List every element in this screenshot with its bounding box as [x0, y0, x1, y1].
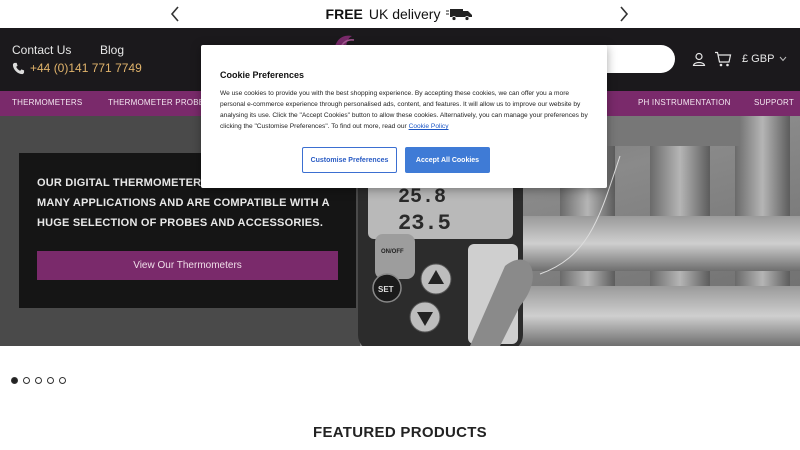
on-off-key-label: ON/OFF — [381, 249, 404, 255]
account-button[interactable] — [692, 52, 706, 71]
truck-icon — [446, 9, 473, 21]
blog-link[interactable]: Blog — [100, 43, 124, 57]
chevron-right-icon — [620, 6, 629, 22]
user-icon — [692, 52, 706, 67]
featured-products-heading: FEATURED PRODUCTS — [313, 424, 487, 441]
carousel-dot[interactable] — [59, 377, 66, 384]
carousel-dot[interactable] — [35, 377, 42, 384]
nav-item-thermometers[interactable]: THERMOMETERS — [12, 98, 82, 107]
cart-button[interactable] — [714, 51, 732, 72]
set-key-label: SET — [378, 285, 394, 294]
chevron-down-icon — [780, 56, 787, 62]
phone-link[interactable]: +44 (0)141 771 7749 — [12, 61, 142, 75]
phone-icon — [12, 62, 25, 74]
carousel-dot[interactable] — [47, 377, 54, 384]
promo-bar: FREE UK delivery — [0, 0, 800, 28]
promo-message: FREE UK delivery — [326, 6, 475, 22]
carousel-dots — [11, 377, 66, 384]
phone-number: +44 (0)141 771 7749 — [30, 61, 142, 75]
accept-all-cookies-button[interactable]: Accept All Cookies — [405, 147, 490, 173]
contact-link[interactable]: Contact Us — [12, 43, 71, 57]
view-thermometers-button[interactable]: View Our Thermometers — [37, 251, 338, 280]
currency-selector[interactable]: £ GBP — [742, 53, 787, 65]
nav-item-thermometer-probe[interactable]: THERMOMETER PROBE — [108, 98, 204, 107]
display-reading-bottom: 23.5 — [398, 211, 451, 236]
display-reading-top: 25.8 — [398, 186, 446, 209]
promo-text: UK delivery — [368, 6, 441, 22]
cookie-dialog-body: We use cookies to provide you with the b… — [220, 88, 592, 132]
page: FREE UK delivery Contact Us Blog +44 (0)… — [0, 0, 800, 450]
nav-item-ph-instrumentation[interactable]: PH INSTRUMENTATION — [638, 98, 731, 107]
cookie-dialog-text: We use cookies to provide you with the b… — [220, 90, 588, 130]
currency-value: £ GBP — [742, 53, 775, 65]
chevron-left-icon — [170, 6, 179, 22]
cookie-policy-link[interactable]: Cookie Policy — [409, 123, 449, 130]
carousel-dot[interactable] — [11, 377, 18, 384]
customise-preferences-button[interactable]: Customise Preferences — [302, 147, 397, 173]
search-input[interactable] — [600, 45, 675, 73]
cart-icon — [715, 51, 732, 67]
cookie-dialog-title: Cookie Preferences — [220, 70, 305, 80]
carousel-dot[interactable] — [23, 377, 30, 384]
cookie-preferences-dialog: Cookie Preferences We use cookies to pro… — [201, 45, 607, 188]
nav-item-support[interactable]: SUPPORT — [754, 98, 794, 107]
promo-bold: FREE — [325, 6, 363, 22]
promo-next-button[interactable] — [615, 4, 633, 24]
promo-prev-button[interactable] — [166, 4, 184, 24]
